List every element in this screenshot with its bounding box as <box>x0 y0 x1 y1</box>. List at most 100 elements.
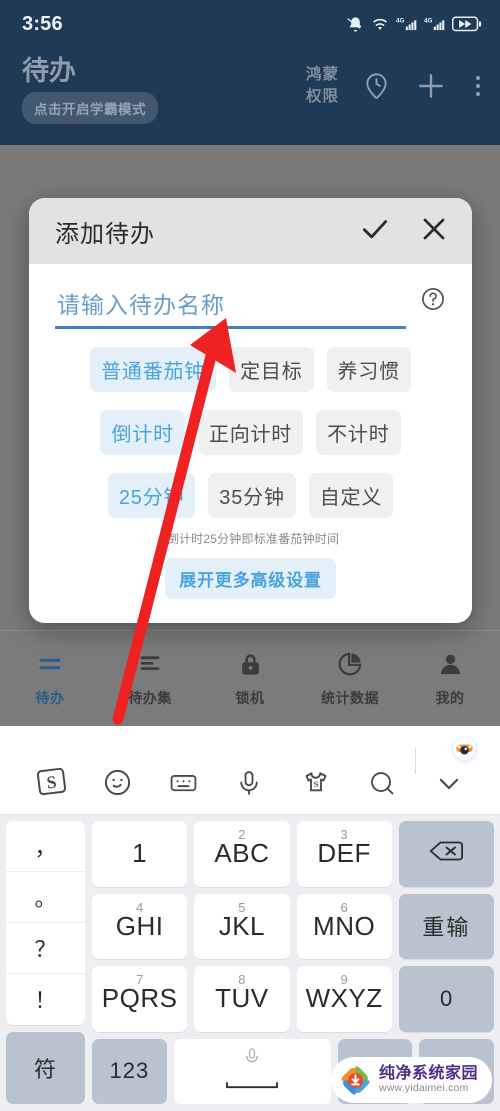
nav-item-profile[interactable]: 我的 <box>400 649 500 708</box>
duration-chip-row: 25分钟 35分钟 自定义 <box>55 473 446 518</box>
keypad-row-2: 4 GHI 5 JKL 6 MNO 重输 <box>92 893 494 959</box>
chevron-down-icon[interactable] <box>416 768 482 798</box>
keypad-row-1: 1 2 ABC 3 DEF <box>92 821 494 887</box>
key-exclamation[interactable]: ！ <box>6 974 85 1024</box>
key-7-label: PQRS <box>101 983 178 1014</box>
key-numeric-mode[interactable]: 123 <box>92 1038 167 1104</box>
keyboard-icon[interactable] <box>150 767 216 798</box>
watermark-url: www.yidaimei.com <box>378 1081 469 1094</box>
close-icon[interactable] <box>418 213 450 250</box>
question-circle-icon[interactable] <box>420 286 446 317</box>
permission-line-1: 鸿蒙 <box>305 66 339 83</box>
header-left-group: 待办 点击开启学霸模式 <box>22 58 158 124</box>
key-3-num: 3 <box>340 827 348 842</box>
header-actions: 鸿蒙 权限 <box>306 58 486 109</box>
lock-icon <box>237 649 264 679</box>
timing-mode-chip-row: 倒计时 正向计时 不计时 <box>55 410 446 455</box>
check-icon[interactable] <box>358 212 392 251</box>
key-2-num: 2 <box>238 827 246 842</box>
nav-label-statistics: 统计数据 <box>321 690 379 706</box>
key-9-wxyz[interactable]: 9 WXYZ <box>296 966 392 1032</box>
key-symbols-label: 符 <box>33 1056 57 1082</box>
chip-no-timing[interactable]: 不计时 <box>316 410 401 455</box>
harmony-permission-button[interactable]: 鸿蒙 权限 <box>306 64 339 109</box>
key-8-tuv[interactable]: 8 TUV <box>194 966 290 1032</box>
chip-25-minutes[interactable]: 25分钟 <box>107 473 196 518</box>
overflow-menu-icon[interactable] <box>470 74 486 98</box>
key-6-mno[interactable]: 6 MNO <box>296 893 392 959</box>
punctuation-column: ， 。 ？ ！ 符 <box>6 821 85 1104</box>
chip-pomodoro[interactable]: 普通番茄钟 <box>90 347 217 392</box>
todo-name-input[interactable] <box>55 292 406 329</box>
skin-shirt-icon[interactable]: S <box>283 768 349 798</box>
svg-text:4G: 4G <box>396 17 405 24</box>
todo-type-chip-row: 普通番茄钟 定目标 养习惯 <box>55 347 446 392</box>
emoji-icon[interactable] <box>84 767 150 798</box>
mic-icon[interactable] <box>216 768 282 798</box>
key-space[interactable] <box>173 1038 331 1104</box>
key-7-pqrs[interactable]: 7 PQRS <box>92 966 188 1032</box>
key-symbols[interactable]: 符 <box>6 1031 85 1104</box>
sogou-logo-icon[interactable]: S <box>18 765 84 798</box>
key-3-label: DEF <box>317 838 371 869</box>
study-mode-badge[interactable]: 点击开启学霸模式 <box>22 92 158 124</box>
watermark-logo-icon <box>339 1064 372 1097</box>
key-3-def[interactable]: 3 DEF <box>296 821 392 887</box>
chip-goal[interactable]: 定目标 <box>229 347 314 392</box>
key-9-num: 9 <box>340 972 348 987</box>
dialog-title: 添加待办 <box>55 220 155 248</box>
watermark-title: 纯净系统家园 <box>378 1065 478 1083</box>
nav-item-lock[interactable]: 锁机 <box>200 649 300 708</box>
nav-item-todo-collection[interactable]: 待办集 <box>100 649 200 708</box>
key-8-label: TUV <box>215 983 269 1014</box>
key-1[interactable]: 1 <box>92 821 188 887</box>
key-4-label: GHI <box>115 910 164 941</box>
bottom-navigation: 待办 待办集 锁机 统计数据 我的 <box>0 630 500 726</box>
add-todo-dialog: 添加待办 请输入待办名称 普通番茄钟 定目标 养习惯 倒计时 正向计时 不计时 … <box>29 198 472 623</box>
key-numeric-label: 123 <box>109 1058 150 1084</box>
key-1-label: 1 <box>132 838 148 869</box>
signal-4g-icon-2: 4G <box>424 16 445 33</box>
key-comma[interactable]: ， <box>6 821 85 873</box>
key-2-label: ABC <box>214 838 270 869</box>
list-lines-icon <box>36 649 64 679</box>
bell-muted-icon <box>347 16 364 33</box>
nav-label-todo-collection: 待办集 <box>128 690 172 706</box>
key-period[interactable]: 。 <box>6 872 85 924</box>
key-question[interactable]: ？ <box>6 923 85 975</box>
chip-habit[interactable]: 养习惯 <box>326 347 411 392</box>
dialog-body: 普通番茄钟 定目标 养习惯 倒计时 正向计时 不计时 25分钟 35分钟 自定义… <box>29 264 472 623</box>
mascot-icon[interactable] <box>449 734 480 765</box>
chip-countdown[interactable]: 倒计时 <box>100 410 185 455</box>
key-4-ghi[interactable]: 4 GHI <box>92 893 188 959</box>
list-align-icon <box>136 649 164 679</box>
punctuation-stack: ， 。 ？ ！ <box>6 821 85 1025</box>
key-5-num: 5 <box>238 899 246 915</box>
wifi-icon <box>371 16 389 33</box>
key-5-label: JKL <box>218 910 266 941</box>
key-backspace[interactable] <box>398 821 494 887</box>
status-time: 3:56 <box>22 12 63 35</box>
clock-pin-icon[interactable] <box>361 71 392 102</box>
chip-custom[interactable]: 自定义 <box>308 473 394 518</box>
nav-label-lock: 锁机 <box>235 690 265 706</box>
key-6-label: MNO <box>313 910 376 941</box>
chip-35-minutes[interactable]: 35分钟 <box>208 473 296 518</box>
chip-countup[interactable]: 正向计时 <box>197 410 304 455</box>
nav-item-statistics[interactable]: 统计数据 <box>300 649 400 708</box>
plus-icon[interactable] <box>414 69 448 103</box>
permission-line-2: 权限 <box>305 88 339 106</box>
nav-item-todo[interactable]: 待办 <box>0 649 100 708</box>
key-5-jkl[interactable]: 5 JKL <box>194 893 290 959</box>
key-retype-label: 重输 <box>422 915 471 941</box>
keyboard-toolbar: S S <box>0 726 500 815</box>
key-retype[interactable]: 重输 <box>398 893 494 959</box>
search-icon[interactable] <box>349 768 415 798</box>
page-title: 待办 <box>22 56 76 86</box>
keypad-row-3: 7 PQRS 8 TUV 9 WXYZ 0 <box>92 966 494 1032</box>
expand-advanced-settings-button[interactable]: 展开更多高级设置 <box>165 558 336 599</box>
key-2-abc[interactable]: 2 ABC <box>194 821 290 887</box>
key-0[interactable]: 0 <box>398 966 494 1032</box>
pie-chart-icon <box>336 649 364 679</box>
key-6-num: 6 <box>340 899 348 915</box>
